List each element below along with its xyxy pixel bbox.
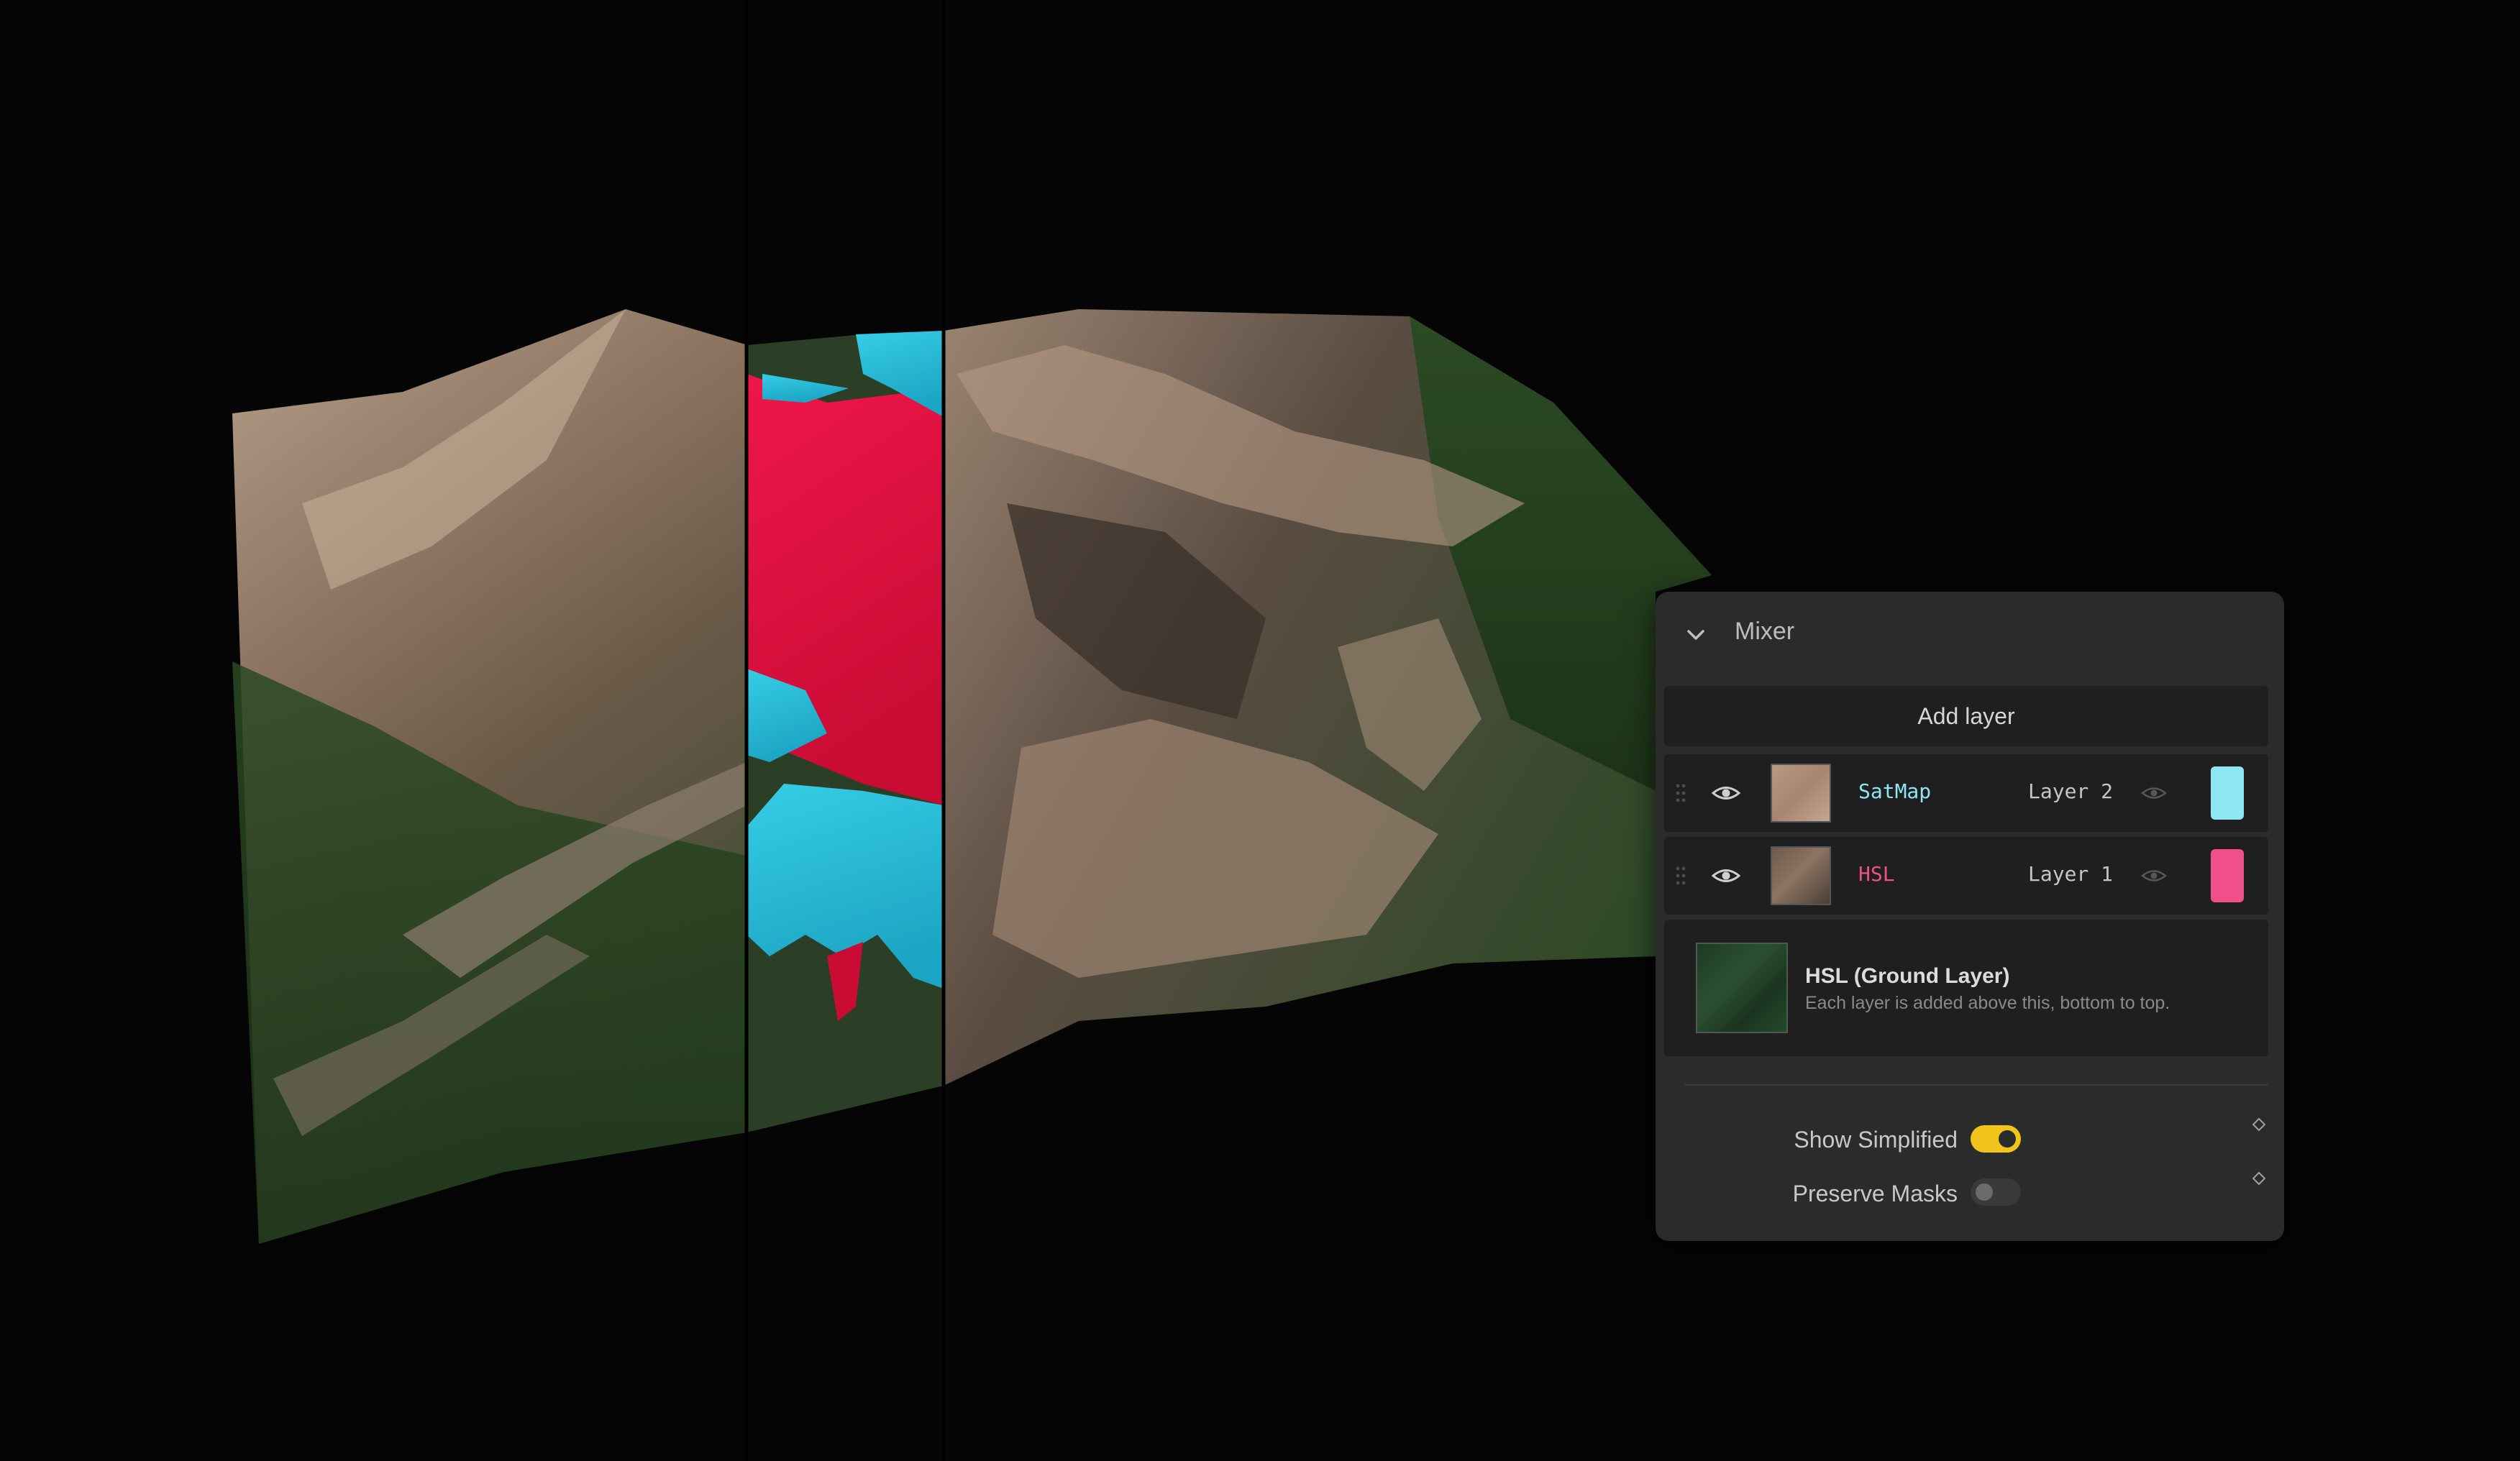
layer-index-label: Layer 1 (2028, 862, 2114, 886)
keyframe-diamond-icon[interactable] (2252, 1172, 2265, 1185)
divider (1684, 1084, 2268, 1086)
ground-layer-box[interactable]: HSL (Ground Layer) Each layer is added a… (1664, 920, 2268, 1056)
preserve-masks-label: Preserve Masks (1792, 1181, 1958, 1206)
toggle-knob (1976, 1183, 1993, 1201)
mixer-panel: Mixer Add layer SatMap Layer 2 HSL Layer… (1656, 592, 2284, 1241)
add-layer-button[interactable]: Add layer (1664, 686, 2268, 746)
ground-layer-description: Each layer is added above this, bottom t… (1805, 993, 2170, 1013)
drag-handle-icon[interactable] (1674, 780, 1687, 806)
drag-handle-icon[interactable] (1674, 863, 1687, 889)
layer-name[interactable]: SatMap (1858, 779, 1931, 803)
layer-index-label: Layer 2 (2028, 779, 2114, 803)
eye-icon[interactable] (1711, 864, 1741, 887)
show-simplified-toggle[interactable] (1971, 1125, 2021, 1153)
layer-color-swatch[interactable] (2211, 766, 2244, 820)
layer-row-hsl[interactable]: HSL Layer 1 (1664, 837, 2268, 915)
mixer-header[interactable]: Mixer (1656, 592, 2284, 674)
layer-name[interactable]: HSL (1858, 862, 1895, 886)
layer-color-swatch[interactable] (2211, 849, 2244, 902)
layer-row-satmap[interactable]: SatMap Layer 2 (1664, 754, 2268, 832)
terrain-left-section (232, 309, 748, 1244)
terrain-right-section (944, 309, 1712, 1086)
mask-visibility-icon[interactable] (2141, 783, 2167, 803)
layer-thumbnail (1771, 846, 1831, 905)
ground-layer-thumbnail (1696, 943, 1788, 1033)
layer-thumbnail (1771, 764, 1831, 823)
chevron-down-icon[interactable] (1683, 622, 1709, 648)
eye-icon[interactable] (1711, 782, 1741, 805)
mask-visibility-icon[interactable] (2141, 866, 2167, 886)
panel-title: Mixer (1735, 618, 1795, 645)
keyframe-diamond-icon[interactable] (2252, 1118, 2265, 1131)
preserve-masks-toggle[interactable] (1971, 1178, 2021, 1206)
show-simplified-label: Show Simplified (1794, 1127, 1958, 1153)
toggle-knob (1999, 1130, 2016, 1148)
terrain-mask-strip (747, 331, 944, 1132)
ground-layer-title: HSL (Ground Layer) (1805, 964, 2010, 988)
